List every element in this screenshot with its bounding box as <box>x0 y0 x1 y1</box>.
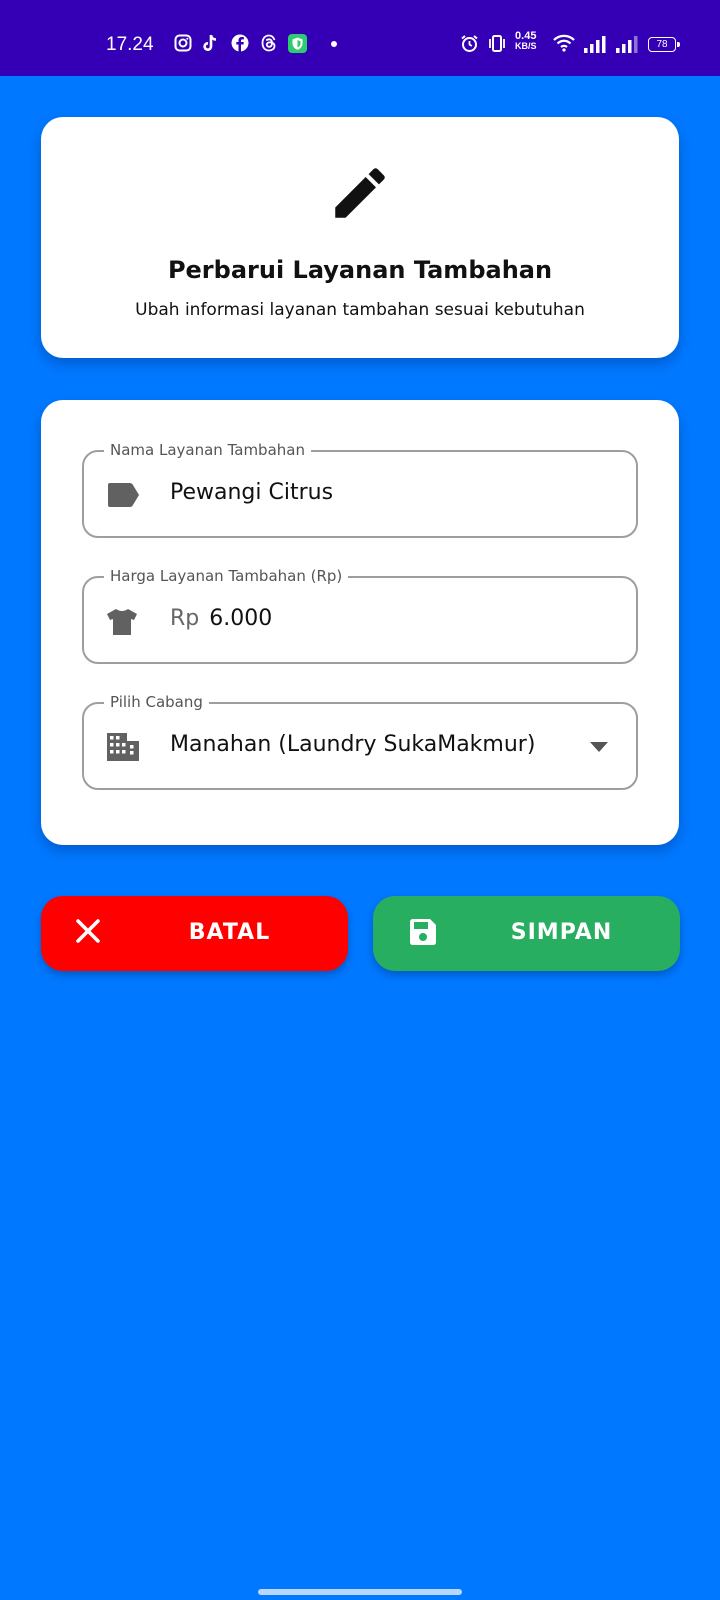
threads-icon <box>261 34 276 52</box>
service-price-label: Harga Layanan Tambahan (Rp) <box>104 566 349 586</box>
alarm-icon <box>461 35 478 52</box>
home-indicator[interactable] <box>258 1589 462 1595</box>
notification-dot-icon <box>331 41 337 47</box>
pencil-icon <box>335 168 385 218</box>
network-speed-value: 0.45 <box>515 30 537 42</box>
save-button[interactable]: SIMPAN <box>373 896 680 971</box>
wifi-icon <box>553 34 575 52</box>
shield-app-icon <box>288 34 307 53</box>
vibrate-icon <box>489 35 505 52</box>
cancel-button-label: BATAL <box>188 920 271 945</box>
close-icon <box>76 919 100 943</box>
service-price-value: 6.000 <box>209 606 273 631</box>
building-icon <box>107 733 139 761</box>
instagram-icon <box>174 34 192 52</box>
signal-2-icon <box>616 36 638 53</box>
battery-icon: 78 <box>648 37 680 52</box>
service-price-input[interactable]: Rp 6.000 <box>170 606 272 631</box>
facebook-icon <box>231 34 249 52</box>
currency-prefix: Rp <box>170 606 200 631</box>
shirt-icon <box>107 609 137 635</box>
save-icon <box>410 919 436 945</box>
page-subtitle: Ubah informasi layanan tambahan sesuai k… <box>135 300 585 320</box>
service-name-field[interactable]: Nama Layanan Tambahan Pewangi Citrus <box>82 440 638 538</box>
status-bar: 17.24 0.45 KB/S 78 <box>0 0 720 76</box>
service-name-input[interactable]: Pewangi Citrus <box>170 480 333 505</box>
dropdown-arrow-icon[interactable] <box>590 742 608 752</box>
branch-selected-value: Manahan (Laundry SukaMakmur) <box>170 732 536 757</box>
save-button-label: SIMPAN <box>510 920 613 945</box>
network-speed-unit: KB/S <box>515 41 537 51</box>
service-price-field[interactable]: Harga Layanan Tambahan (Rp) Rp 6.000 <box>82 566 638 664</box>
service-name-label: Nama Layanan Tambahan <box>104 440 311 460</box>
cancel-button[interactable]: BATAL <box>41 896 348 971</box>
network-speed: 0.45 KB/S <box>515 30 537 52</box>
page-title: Perbarui Layanan Tambahan <box>167 256 553 284</box>
branch-select[interactable]: Pilih Cabang Manahan (Laundry SukaMakmur… <box>82 692 638 790</box>
branch-label: Pilih Cabang <box>104 692 209 712</box>
tiktok-icon <box>203 35 217 51</box>
label-tag-icon <box>108 483 139 507</box>
header-card <box>41 117 679 358</box>
status-time: 17.24 <box>106 34 154 55</box>
signal-1-icon <box>584 36 606 53</box>
